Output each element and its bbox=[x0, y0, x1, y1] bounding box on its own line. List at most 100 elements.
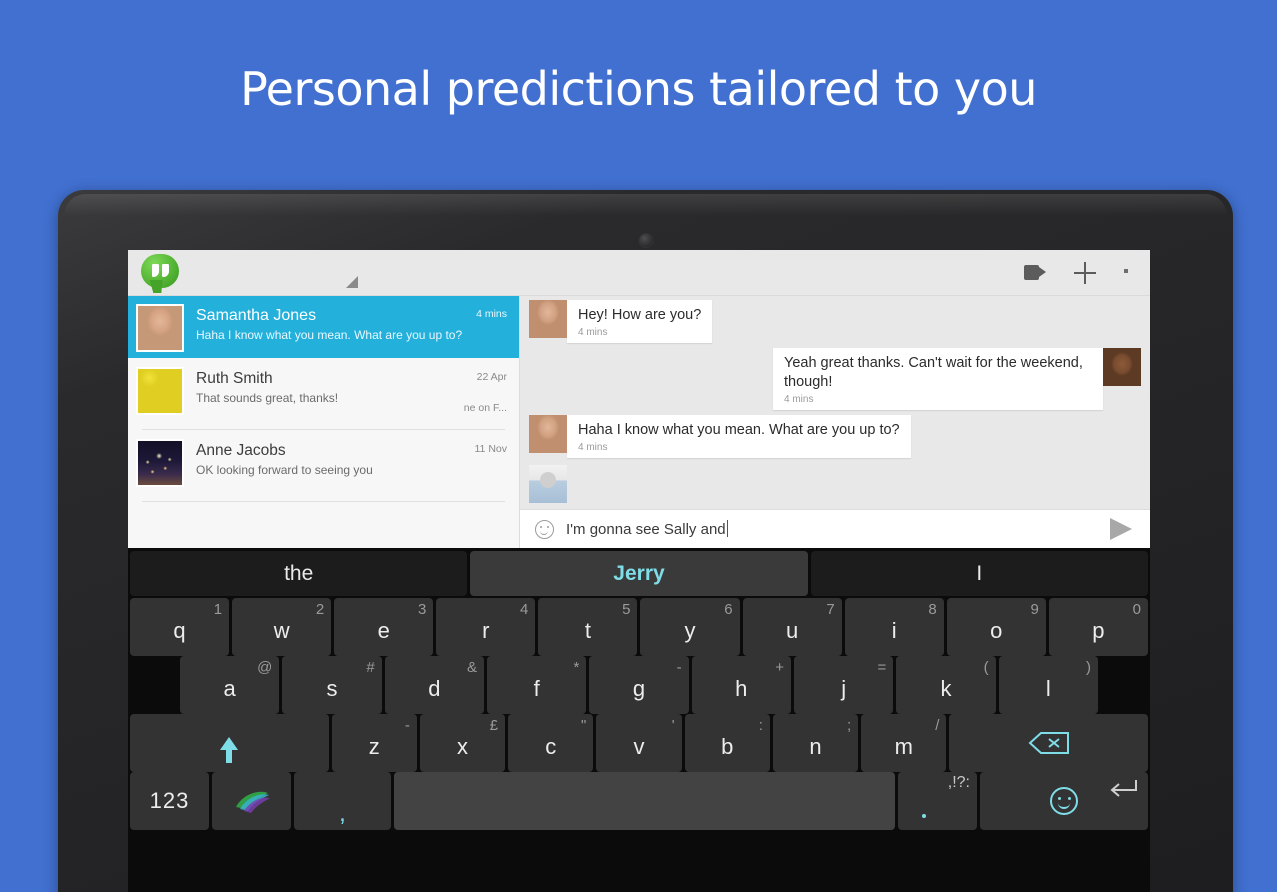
key-b[interactable]: :b bbox=[684, 714, 770, 772]
key-k[interactable]: (k bbox=[896, 656, 996, 714]
key-alt-label: = bbox=[877, 659, 887, 676]
message-timestamp: 4 mins bbox=[578, 327, 608, 338]
key-space[interactable] bbox=[394, 772, 895, 830]
hangouts-app: Samantha Jones Haha I know what you mean… bbox=[128, 250, 1150, 548]
key-backspace[interactable] bbox=[949, 714, 1148, 772]
message-bubble[interactable]: Hey! How are you? 4 mins bbox=[567, 300, 713, 343]
key-y[interactable]: 6y bbox=[640, 598, 740, 656]
prediction-candidate-2[interactable]: Jerry bbox=[470, 551, 808, 596]
key-alt-label: 1 bbox=[213, 601, 223, 618]
conversation-time: 4 mins bbox=[476, 308, 507, 320]
tablet-screen: Samantha Jones Haha I know what you mean… bbox=[128, 250, 1150, 892]
key-label: n bbox=[809, 734, 822, 759]
key-i[interactable]: 8i bbox=[844, 598, 944, 656]
message-bubble[interactable]: Haha I know what you mean. What are you … bbox=[567, 415, 911, 458]
key-c[interactable]: " c bbox=[508, 714, 594, 772]
key-l[interactable]: ) l bbox=[998, 656, 1098, 714]
conversation-list[interactable]: Samantha Jones Haha I know what you mean… bbox=[128, 296, 520, 548]
key-p[interactable]: 0p bbox=[1048, 598, 1148, 656]
key-j[interactable]: = j bbox=[793, 656, 894, 714]
key-e[interactable]: 3e bbox=[334, 598, 434, 656]
key-alt-label: 5 bbox=[622, 601, 631, 618]
avatar bbox=[136, 304, 184, 352]
conversation-name: Ruth Smith bbox=[196, 370, 273, 387]
key-x[interactable]: £ x bbox=[419, 714, 506, 772]
message-list: Hey! How are you? 4 mins Yeah great than… bbox=[520, 296, 1150, 505]
key-a[interactable]: @ a bbox=[180, 656, 280, 714]
resize-handle-icon[interactable] bbox=[346, 276, 358, 288]
key-shift[interactable] bbox=[130, 714, 329, 772]
key-t[interactable]: 5t bbox=[538, 598, 638, 656]
key-alt-label: : bbox=[758, 717, 763, 734]
key-comma[interactable]: , bbox=[294, 772, 391, 830]
key-label: 123 bbox=[149, 788, 190, 813]
key-label: c bbox=[545, 734, 557, 759]
message-bubble[interactable]: Yeah great thanks. Can't wait for the we… bbox=[773, 348, 1103, 410]
key-label: i bbox=[891, 618, 897, 643]
conversation-item-ruth-smith[interactable]: Ruth Smith That sounds great, thanks! 22… bbox=[128, 358, 519, 429]
conversation-time: 11 Nov bbox=[474, 443, 508, 455]
message-row-incoming: Haha I know what you mean. What are you … bbox=[520, 415, 1150, 458]
key-alt-label: / bbox=[935, 717, 940, 734]
prediction-candidate-3[interactable]: I bbox=[810, 551, 1148, 596]
conversation-name: Samantha Jones bbox=[196, 307, 317, 324]
key-n[interactable]: ; n bbox=[772, 714, 859, 772]
key-alt-label: @ bbox=[257, 659, 273, 676]
key-v[interactable]: ' v bbox=[596, 714, 682, 772]
video-call-icon[interactable] bbox=[1024, 265, 1046, 280]
key-f[interactable]: * f bbox=[486, 656, 587, 714]
key-label: j bbox=[841, 676, 847, 701]
key-alt-label: 6 bbox=[724, 601, 733, 618]
conversation-snippet: OK looking forward to seeing you bbox=[196, 463, 373, 477]
conversation-time: 22 Apr bbox=[476, 371, 507, 383]
key-z[interactable]: -z bbox=[331, 714, 417, 772]
keyboard-row-3: -z £ x " c ' v :b ; n / m bbox=[128, 714, 1150, 772]
key-alt-label: + bbox=[775, 659, 784, 676]
key-m[interactable]: / m bbox=[861, 714, 947, 772]
key-w[interactable]: 2w bbox=[232, 598, 332, 656]
key-swiftkey-menu[interactable] bbox=[212, 772, 291, 830]
plus-icon[interactable] bbox=[1074, 261, 1096, 284]
key-period[interactable]: ,!?: bbox=[898, 772, 977, 830]
conversation-snippet: That sounds great, thanks! bbox=[196, 391, 339, 405]
key-r[interactable]: 4r bbox=[436, 598, 536, 656]
prediction-bar: the Jerry I bbox=[128, 550, 1150, 598]
key-u[interactable]: 7u bbox=[742, 598, 842, 656]
key-alt-label: & bbox=[466, 659, 477, 676]
swiftkey-logo-icon bbox=[232, 787, 272, 815]
key-alt-label: ) bbox=[1085, 659, 1091, 676]
key-s[interactable]: # s bbox=[282, 656, 382, 714]
key-label: y bbox=[684, 618, 696, 643]
smiley-icon[interactable] bbox=[535, 519, 554, 539]
hangouts-quote-bubble-icon[interactable] bbox=[141, 253, 179, 293]
message-row-incoming: Hey! How are you? 4 mins bbox=[520, 300, 1150, 343]
message-composer[interactable]: I'm gonna see Sally and bbox=[520, 509, 1150, 548]
prediction-candidate-1[interactable]: the bbox=[130, 551, 468, 596]
key-o[interactable]: 9o bbox=[946, 598, 1046, 656]
message-input[interactable]: I'm gonna see Sally and bbox=[566, 520, 728, 538]
front-camera bbox=[639, 234, 652, 247]
key-d[interactable]: & d bbox=[384, 656, 484, 714]
key-q[interactable]: 1q bbox=[130, 598, 230, 656]
conversation-snippet: Haha I know what you mean. What are you … bbox=[196, 328, 463, 342]
key-label: l bbox=[1045, 676, 1051, 701]
key-label: , bbox=[339, 800, 346, 827]
conversation-item-anne-jacobs[interactable]: Anne Jacobs OK looking forward to seeing… bbox=[128, 430, 519, 501]
key-g[interactable]: -g bbox=[589, 656, 689, 714]
message-input-value: I'm gonna see Sally and bbox=[566, 521, 726, 538]
key-alt-label: 3 bbox=[417, 601, 427, 618]
conversation-item-samantha-jones[interactable]: Samantha Jones Haha I know what you mean… bbox=[128, 296, 519, 358]
emoji-smiley-icon[interactable] bbox=[1050, 787, 1078, 815]
key-label: d bbox=[428, 676, 441, 701]
key-alt-label: # bbox=[366, 659, 375, 676]
key-numbers[interactable]: 123 bbox=[130, 772, 209, 830]
key-enter[interactable] bbox=[980, 772, 1148, 830]
key-label: s bbox=[326, 676, 338, 701]
bezel-highlight bbox=[64, 194, 1227, 216]
send-arrow-icon[interactable] bbox=[1110, 518, 1132, 540]
overflow-menu-icon[interactable] bbox=[1124, 269, 1128, 276]
key-label: p bbox=[1092, 618, 1105, 643]
keyboard-row-1: 1q 2w 3e 4r 5t 6y 7u 8i 9o 0p bbox=[128, 598, 1150, 656]
key-h[interactable]: + h bbox=[691, 656, 791, 714]
conversation-time-secondary: ne on F... bbox=[463, 402, 507, 414]
